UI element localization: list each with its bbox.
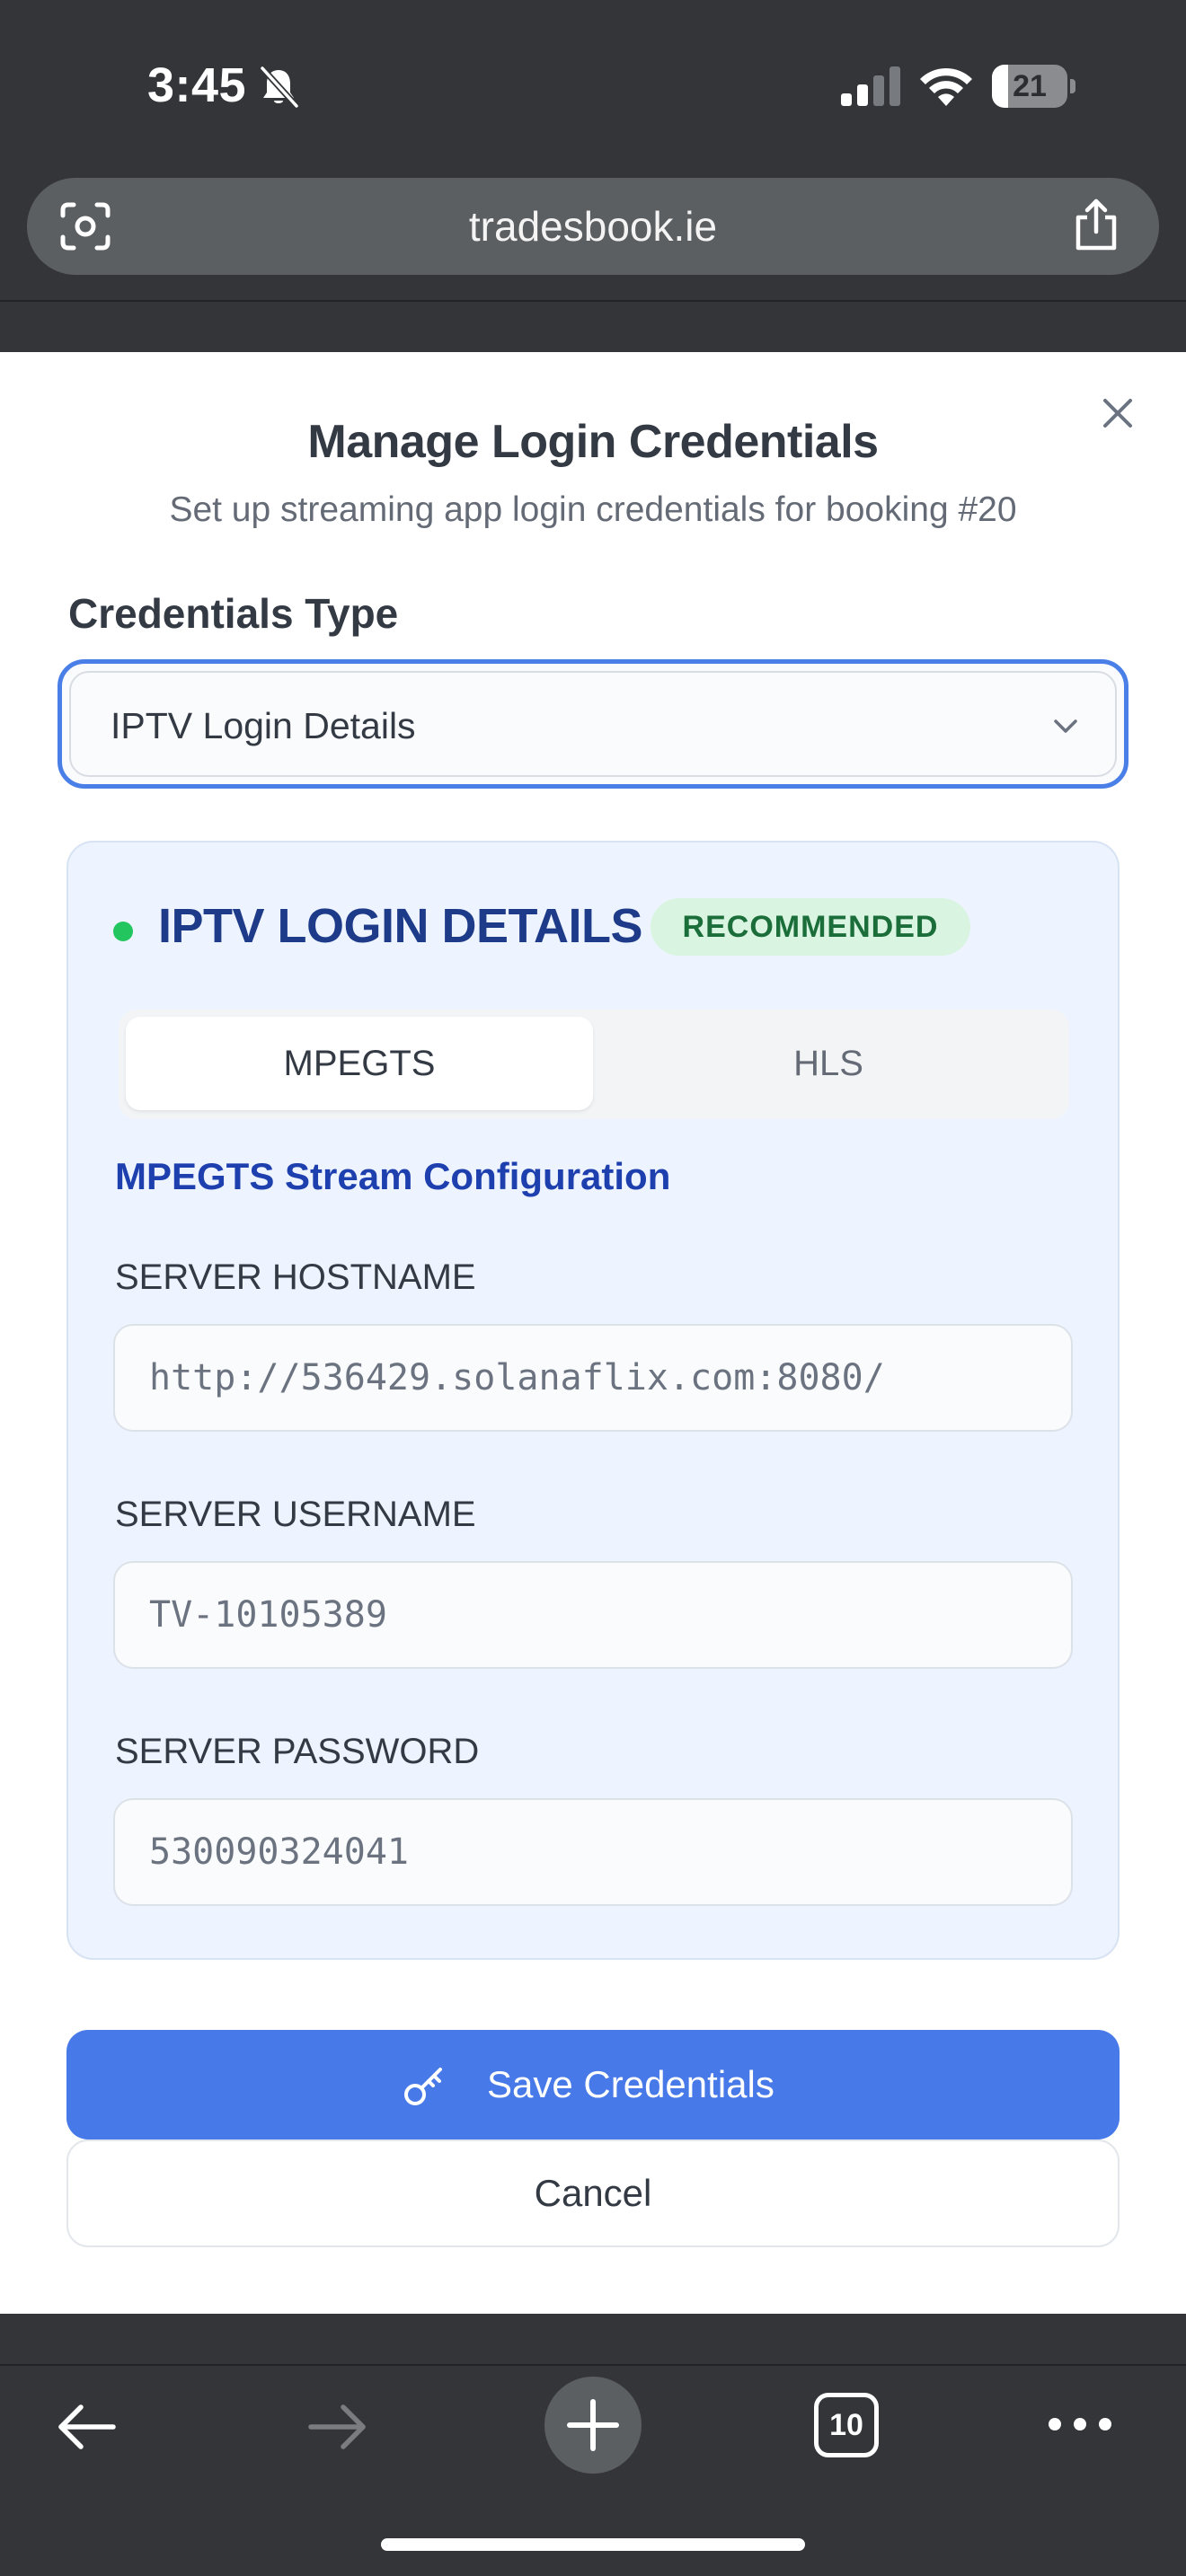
server-hostname-field[interactable]: http://536429.solanaflix.com:8080/	[113, 1324, 1073, 1432]
plus-icon	[567, 2399, 619, 2451]
credentials-type-select[interactable]: IPTV Login Details	[58, 659, 1128, 789]
server-username-label: SERVER USERNAME	[115, 1495, 476, 1534]
modal-subtitle: Set up streaming app login credentials f…	[169, 490, 1017, 529]
stream-format-tabs: MPEGTS HLS	[119, 1010, 1069, 1119]
forward-arrow-icon[interactable]	[305, 2398, 370, 2456]
status-time: 3:45	[147, 58, 247, 112]
cancel-button[interactable]: Cancel	[66, 2139, 1120, 2247]
status-dot	[113, 922, 133, 941]
address-bar[interactable]: tradesbook.ie	[27, 178, 1159, 275]
server-username-value: TV-10105389	[149, 1594, 387, 1636]
screen-capture-icon[interactable]	[59, 201, 111, 251]
wifi-icon	[920, 67, 972, 106]
tab-mpegts[interactable]: MPEGTS	[126, 1017, 593, 1110]
divider	[0, 300, 1186, 302]
signal-icon	[841, 66, 900, 106]
credentials-type-value: IPTV Login Details	[111, 705, 416, 746]
more-icon[interactable]	[1046, 2411, 1114, 2438]
server-hostname-label: SERVER HOSTNAME	[115, 1257, 476, 1297]
server-username-field[interactable]: TV-10105389	[113, 1561, 1073, 1669]
save-credentials-button[interactable]: Save Credentials	[66, 2030, 1120, 2139]
battery-icon: 21	[992, 65, 1075, 108]
server-password-field[interactable]: 530090324041	[113, 1798, 1073, 1906]
server-password-value: 530090324041	[149, 1831, 409, 1873]
share-icon[interactable]	[1071, 198, 1121, 253]
tab-hls[interactable]: HLS	[595, 1017, 1062, 1110]
battery-level: 21	[1013, 69, 1047, 103]
modal-title: Manage Login Credentials	[307, 416, 879, 468]
tabs-icon[interactable]: 10	[814, 2393, 879, 2457]
save-credentials-label: Save Credentials	[487, 2063, 774, 2105]
section-title: MPEGTS Stream Configuration	[115, 1155, 671, 1197]
recommended-badge: RECOMMENDED	[651, 898, 970, 956]
back-arrow-icon[interactable]	[54, 2398, 119, 2456]
cancel-label: Cancel	[534, 2172, 652, 2214]
status-bar: 3:45 21	[0, 0, 1186, 171]
key-icon	[404, 2068, 442, 2105]
new-tab-button[interactable]	[544, 2377, 642, 2474]
chevron-down-icon	[1054, 719, 1077, 733]
bell-slash-icon	[260, 66, 299, 109]
server-password-label: SERVER PASSWORD	[115, 1732, 480, 1771]
credentials-type-label: Credentials Type	[68, 590, 399, 637]
credentials-modal: Manage Login Credentials Set up streamin…	[0, 352, 1186, 2314]
iptv-details-panel: IPTV LOGIN DETAILS RECOMMENDED MPEGTS HL…	[66, 841, 1120, 1960]
panel-heading: IPTV LOGIN DETAILS	[158, 899, 643, 953]
home-indicator	[381, 2538, 805, 2551]
toolbar-divider	[0, 2364, 1186, 2366]
server-hostname-value: http://536429.solanaflix.com:8080/	[149, 1357, 885, 1398]
url-text[interactable]: tradesbook.ie	[27, 178, 1159, 275]
